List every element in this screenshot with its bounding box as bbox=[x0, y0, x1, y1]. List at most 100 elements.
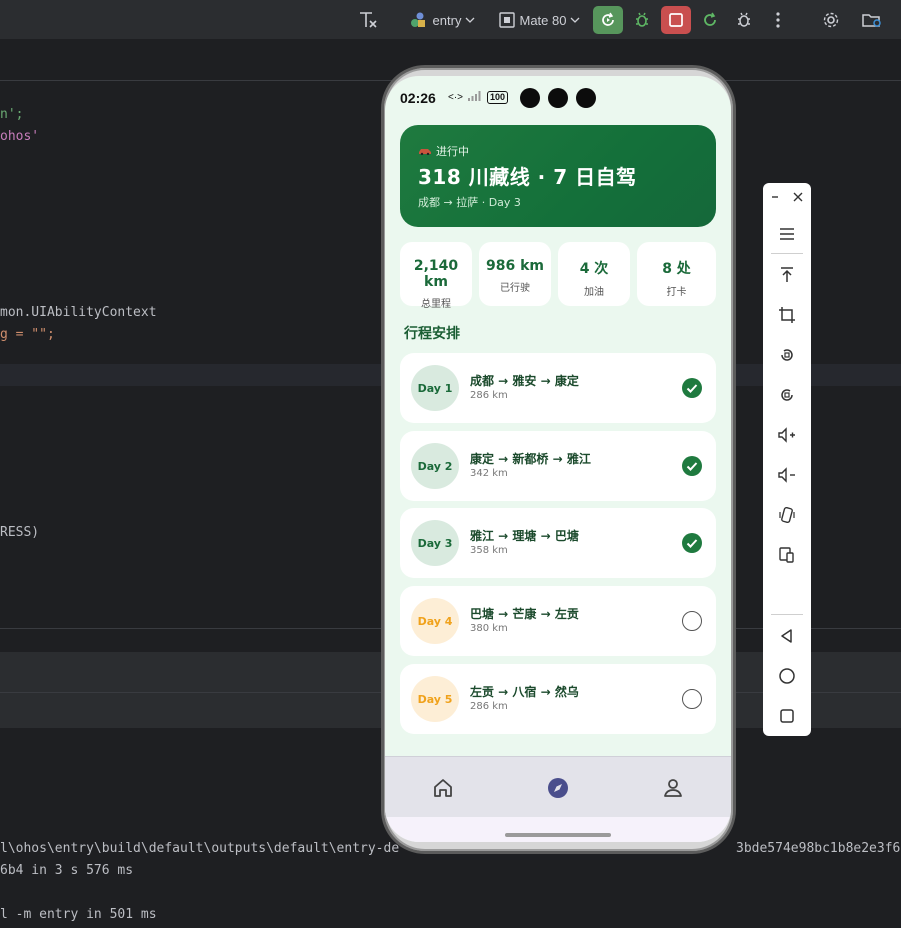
back-icon[interactable] bbox=[775, 624, 799, 648]
day-distance: 286 km bbox=[470, 701, 508, 712]
rotate-right-icon[interactable] bbox=[775, 383, 799, 407]
stat-total-distance: 2,140 km 总里程 bbox=[400, 242, 472, 310]
stat-driven-distance: 986 km 已行驶 bbox=[479, 242, 551, 306]
crop-icon[interactable] bbox=[775, 303, 799, 327]
apply-changes-button[interactable] bbox=[695, 6, 725, 34]
volume-up-icon[interactable] bbox=[775, 423, 799, 447]
stat-value: 8 处 bbox=[662, 261, 691, 277]
code-line: RESS) bbox=[0, 525, 40, 540]
menu-icon[interactable] bbox=[775, 222, 799, 246]
camera-dot bbox=[520, 88, 540, 108]
day-badge: Day 4 bbox=[411, 598, 459, 644]
trip-status-label: 进行中 bbox=[436, 145, 469, 158]
home-indicator[interactable] bbox=[505, 833, 611, 837]
toolbar-divider bbox=[771, 614, 803, 615]
stat-refuel-count: 4 次 加油 bbox=[558, 242, 630, 306]
code-line: n'; bbox=[0, 107, 24, 122]
rotate-left-icon[interactable] bbox=[775, 343, 799, 367]
stat-label: 总里程 bbox=[421, 299, 451, 310]
toolbar-divider bbox=[771, 253, 803, 254]
volume-down-icon[interactable] bbox=[775, 463, 799, 487]
folder-search-icon[interactable] bbox=[858, 6, 886, 34]
rerun-icon bbox=[599, 11, 617, 29]
camera-dot bbox=[548, 88, 568, 108]
itinerary-day-1[interactable]: Day 1 成都 → 雅安 → 康定 286 km bbox=[400, 353, 716, 423]
person-icon[interactable] bbox=[661, 776, 685, 800]
text-tool-icon[interactable] bbox=[354, 6, 382, 34]
chevron-down-icon bbox=[570, 16, 580, 24]
stat-value: 986 km bbox=[486, 258, 544, 274]
day-route: 巴塘 → 芒康 → 左贡 bbox=[470, 607, 579, 621]
home-circle-icon[interactable] bbox=[775, 664, 799, 688]
day-route: 康定 → 新都桥 → 雅江 bbox=[470, 452, 591, 466]
compass-icon[interactable] bbox=[546, 776, 570, 800]
check-empty-icon[interactable] bbox=[682, 611, 702, 631]
device-icon bbox=[498, 12, 516, 28]
stat-label: 加油 bbox=[584, 287, 604, 298]
emulator-toolbar bbox=[763, 183, 811, 736]
day-route: 左贡 → 八宿 → 然乌 bbox=[470, 685, 579, 699]
minimize-icon[interactable] bbox=[765, 185, 785, 209]
trip-subtitle: 成都 → 拉萨 · Day 3 bbox=[418, 196, 521, 209]
stat-value: 4 次 bbox=[579, 261, 609, 277]
itinerary-day-2[interactable]: Day 2 康定 → 新都桥 → 雅江 342 km bbox=[400, 431, 716, 501]
day-badge: Day 5 bbox=[411, 676, 459, 722]
shake-icon[interactable] bbox=[775, 503, 799, 527]
day-route: 雅江 → 理塘 → 巴塘 bbox=[470, 529, 579, 543]
day-distance: 342 km bbox=[470, 468, 508, 479]
home-icon[interactable] bbox=[431, 776, 455, 800]
day-badge: Day 1 bbox=[411, 365, 459, 411]
day-distance: 358 km bbox=[470, 545, 508, 556]
more-options-icon[interactable] bbox=[770, 6, 786, 34]
console-line: l\ohos\entry\build\default\outputs\defau… bbox=[0, 841, 400, 856]
signal-icon bbox=[467, 90, 483, 104]
console-line: 6b4 in 3 s 576 ms bbox=[0, 863, 134, 878]
status-bar: 02:26 <·> 100 bbox=[385, 76, 731, 120]
recents-icon[interactable] bbox=[775, 704, 799, 728]
stat-label: 已行驶 bbox=[500, 283, 530, 294]
debug-button[interactable] bbox=[627, 6, 657, 34]
stat-checkin-count: 8 处 打卡 bbox=[637, 242, 716, 306]
trip-stats: 2,140 km 总里程 986 km 已行驶 4 次 加油 8 处 打卡 bbox=[400, 242, 716, 310]
trip-title: 318 川藏线 · 7 日自驾 bbox=[418, 165, 637, 189]
bottom-tab-bar bbox=[385, 756, 731, 817]
attach-debugger-button[interactable] bbox=[729, 6, 759, 34]
stat-value: 2,140 km bbox=[413, 258, 459, 290]
stop-icon bbox=[668, 12, 684, 28]
module-selector[interactable]: entry bbox=[406, 6, 478, 34]
trip-hero-card[interactable]: 进行中 318 川藏线 · 7 日自驾 成都 → 拉萨 · Day 3 bbox=[400, 125, 716, 227]
code-line: g = ""; bbox=[0, 327, 55, 342]
day-distance: 380 km bbox=[470, 623, 508, 634]
console-line-tail: 3bde574e98bc1b8e2e3f65c bbox=[736, 841, 901, 856]
device-selector[interactable]: Mate 80 bbox=[495, 6, 583, 34]
check-empty-icon[interactable] bbox=[682, 689, 702, 709]
bug-icon bbox=[633, 11, 651, 29]
itinerary-day-3[interactable]: Day 3 雅江 → 理塘 → 巴塘 358 km bbox=[400, 508, 716, 578]
chevron-down-icon bbox=[465, 16, 475, 24]
multi-device-icon[interactable] bbox=[775, 543, 799, 567]
settings-icon[interactable] bbox=[818, 6, 844, 34]
code-line: mon.UIAbilityContext bbox=[0, 305, 157, 320]
status-icons: <·> 100 bbox=[448, 90, 509, 104]
run-button[interactable] bbox=[593, 6, 623, 34]
itinerary-day-4[interactable]: Day 4 巴塘 → 芒康 → 左贡 380 km bbox=[400, 586, 716, 656]
module-label: entry bbox=[432, 12, 462, 28]
pin-top-icon[interactable] bbox=[775, 263, 799, 287]
itinerary-title: 行程安排 bbox=[404, 326, 460, 342]
module-icon bbox=[409, 11, 429, 29]
check-done-icon[interactable] bbox=[682, 533, 702, 553]
status-time: 02:26 bbox=[400, 90, 436, 106]
phone-screen[interactable]: 02:26 <·> 100 进行中 318 川藏线 · 7 日自驾 成都 → 拉… bbox=[385, 76, 731, 842]
check-done-icon[interactable] bbox=[682, 456, 702, 476]
code-line: ohos' bbox=[0, 129, 40, 144]
day-distance: 286 km bbox=[470, 390, 508, 401]
battery-indicator: 100 bbox=[487, 90, 509, 104]
console-line: l -m entry in 501 ms bbox=[0, 907, 157, 922]
car-icon bbox=[418, 145, 432, 158]
refresh-icon bbox=[701, 11, 719, 29]
check-done-icon[interactable] bbox=[682, 378, 702, 398]
trip-status: 进行中 bbox=[418, 143, 469, 159]
itinerary-day-5[interactable]: Day 5 左贡 → 八宿 → 然乌 286 km bbox=[400, 664, 716, 734]
close-icon[interactable] bbox=[787, 185, 809, 209]
stop-button[interactable] bbox=[661, 6, 691, 34]
